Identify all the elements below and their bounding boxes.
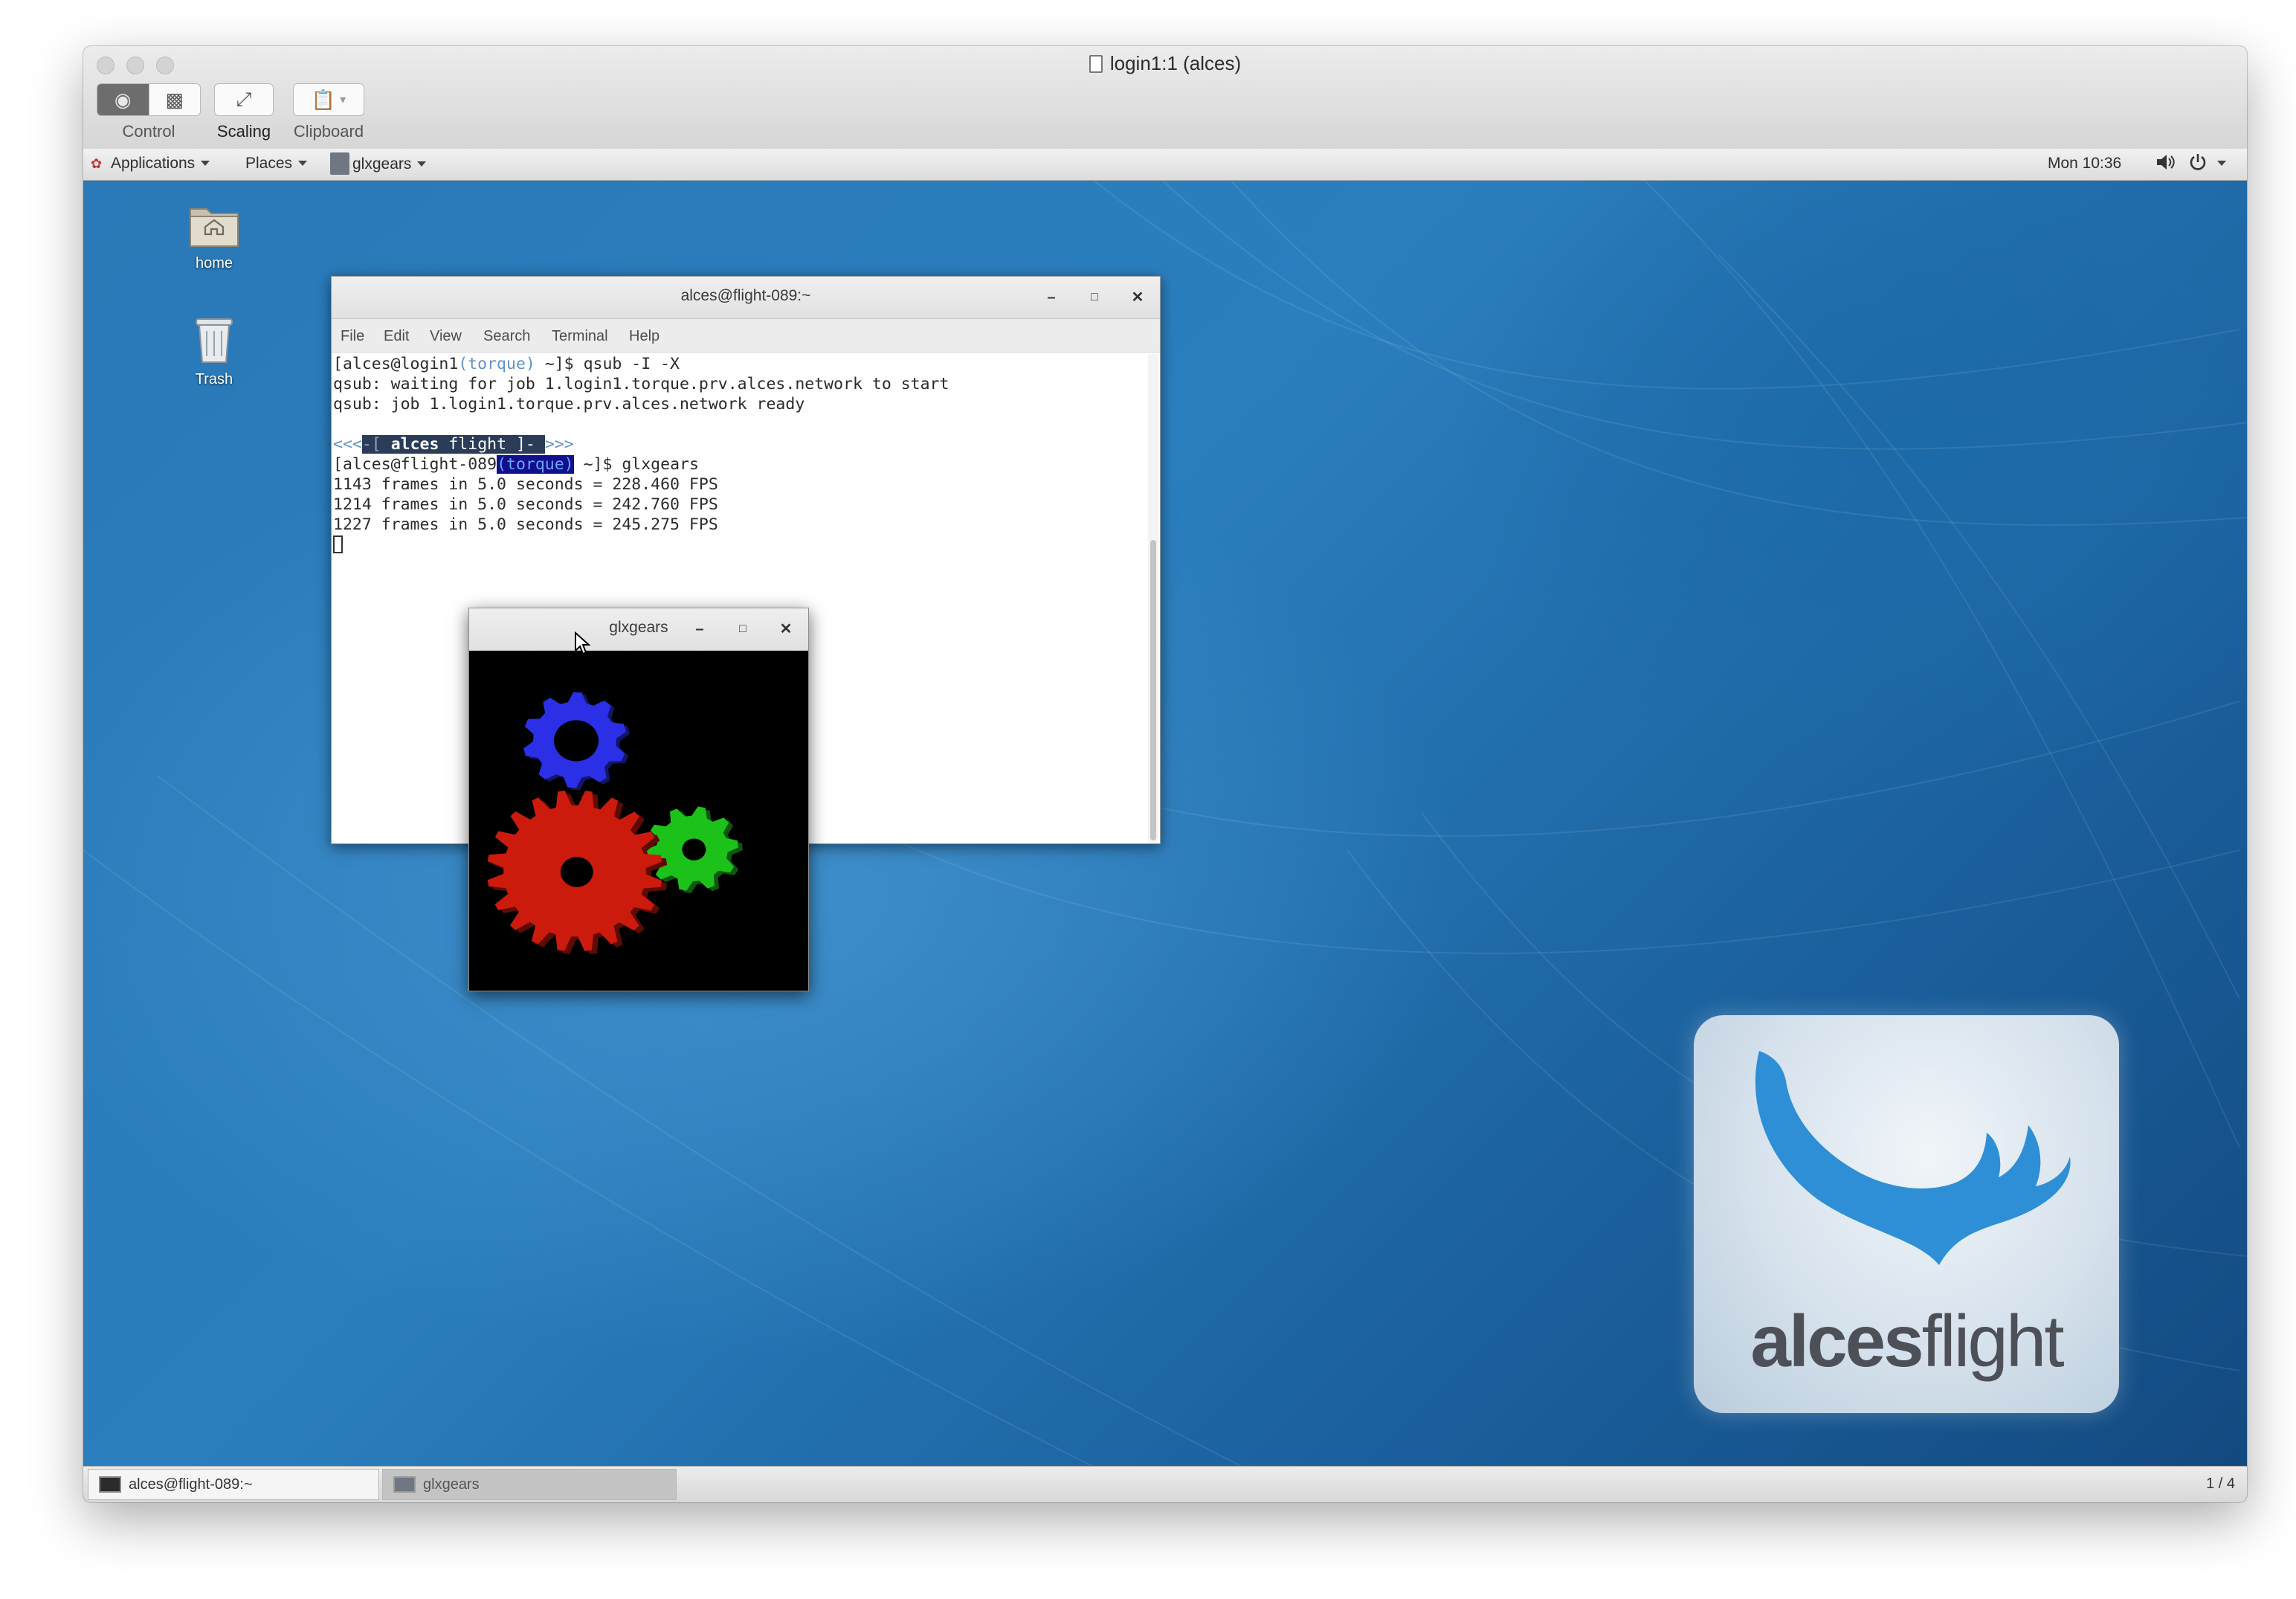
system-menu-chevron-icon[interactable] [2217, 155, 2226, 173]
applications-label: Applications [110, 155, 196, 172]
terminal-line: 1143 frames in 5.0 seconds = 228.460 FPS [333, 475, 718, 494]
chevron-down-icon [201, 161, 210, 166]
clipboard-tool[interactable]: 📋 ▾ Clipboard [293, 83, 364, 141]
active-app-label: glxgears [352, 155, 412, 173]
active-app-menu[interactable]: glxgears [330, 149, 427, 180]
mac-window: login1:1 (alces) ◉ ▩ Control ⤢ Scaling 📋… [83, 46, 2247, 1502]
window-title-text: login1:1 (alces) [1109, 52, 1242, 74]
workspace-switcher[interactable]: 1 / 4 [2206, 1476, 2235, 1493]
control-tool[interactable]: ◉ ▩ Control [97, 83, 201, 141]
glxgears-app-icon [330, 152, 349, 175]
terminal-line: [alces@flight-089(torque) ~]$ glxgears [333, 455, 699, 474]
gnome-top-panel: ✿ Applications Places glxgears Mon 10:36 [83, 149, 2247, 181]
gnome-foot-icon: ✿ [91, 156, 103, 171]
task-label: glxgears [423, 1476, 480, 1493]
gears-render [469, 651, 808, 991]
applications-menu[interactable]: ✿ Applications [91, 155, 210, 173]
logo-word-flight: flight [1921, 1300, 2065, 1382]
clipboard-label: Clipboard [293, 122, 364, 141]
gear-green-axle-hole [682, 838, 706, 860]
mouse-pointer-icon [575, 631, 590, 655]
power-icon[interactable] [2187, 152, 2208, 177]
terminal-icon [99, 1476, 121, 1493]
red-gear [487, 791, 668, 955]
clock[interactable]: Mon 10:36 [2048, 155, 2121, 173]
menu-terminal[interactable]: Terminal [552, 328, 608, 345]
menu-edit[interactable]: Edit [384, 328, 409, 345]
alces-flight-logo: alcesflight [1694, 1015, 2119, 1413]
close-icon[interactable]: ✕ [773, 616, 799, 643]
desktop: home Trash alces@flight-089:~ – □ ✕ File… [83, 181, 2247, 1466]
terminal-line: 1227 frames in 5.0 seconds = 245.275 FPS [333, 515, 718, 534]
terminal-line: [alces@login1(torque) ~]$ qsub -I -X [333, 355, 680, 373]
minimize-icon[interactable]: – [686, 616, 713, 643]
chevron-down-icon [298, 161, 308, 166]
scaling-tool[interactable]: ⤢ Scaling [214, 83, 274, 141]
terminal-line: 1214 frames in 5.0 seconds = 242.760 FPS [333, 495, 718, 514]
task-glxgears[interactable]: glxgears [382, 1469, 677, 1500]
blue-gear [523, 692, 630, 791]
glxgears-titlebar[interactable]: glxgears – □ ✕ [469, 608, 808, 651]
terminal-line: qsub: job 1.login1.torque.prv.alces.netw… [333, 395, 805, 414]
glxgears-title: glxgears [609, 619, 668, 636]
clipboard-icon[interactable]: 📋 ▾ [294, 84, 364, 115]
task-label: alces@flight-089:~ [129, 1476, 253, 1493]
scaling-icon[interactable]: ⤢ [215, 84, 273, 115]
mac-titlebar: login1:1 (alces) ◉ ▩ Control ⤢ Scaling 📋… [83, 46, 2247, 149]
close-icon[interactable]: ✕ [1124, 284, 1151, 311]
maximize-icon[interactable]: □ [729, 616, 756, 643]
chevron-down-icon [417, 161, 427, 167]
desktop-icon-trash[interactable]: Trash [162, 315, 266, 388]
menu-search[interactable]: Search [483, 328, 530, 345]
scaling-label: Scaling [216, 122, 271, 141]
terminal-scrollbar[interactable] [1148, 354, 1158, 843]
home-folder-icon [190, 208, 239, 247]
glxgears-window[interactable]: glxgears – □ ✕ [468, 608, 809, 991]
terminal-banner: <<<-[ alces flight ]- >>> [333, 435, 574, 454]
glxgears-icon [393, 1476, 416, 1493]
gear-blue-axle-hole [554, 720, 599, 762]
window-title: login1:1 (alces) [83, 52, 2247, 75]
desktop-icon-label: Trash [195, 371, 233, 387]
menu-help[interactable]: Help [629, 328, 660, 345]
maximize-icon[interactable]: □ [1081, 284, 1108, 311]
desktop-icon-label: home [195, 255, 233, 271]
observe-mode-icon[interactable]: ▩ [148, 84, 201, 115]
logo-word-alces: alces [1750, 1300, 1923, 1382]
terminal-line [333, 535, 1145, 555]
control-label: Control [122, 122, 175, 141]
trash-icon [196, 318, 233, 363]
gear-red-axle-hole [560, 857, 593, 887]
terminal-title: alces@flight-089:~ [680, 287, 811, 304]
terminal-menubar: File Edit View Search Terminal Help [332, 319, 1160, 353]
volume-icon[interactable] [2155, 152, 2176, 177]
document-icon [1089, 55, 1103, 73]
antler-icon [1755, 1051, 2071, 1265]
task-terminal[interactable]: alces@flight-089:~ [88, 1469, 379, 1500]
terminal-titlebar[interactable]: alces@flight-089:~ – □ ✕ [332, 277, 1160, 319]
desktop-icon-home[interactable]: home [162, 200, 266, 272]
minimize-icon[interactable]: – [1038, 284, 1065, 311]
text-cursor [333, 535, 343, 553]
menu-file[interactable]: File [341, 328, 364, 345]
control-mode-icon[interactable]: ◉ [97, 84, 149, 115]
logo-wordmark: alcesflight [1694, 1299, 2119, 1383]
menu-view[interactable]: View [430, 328, 462, 345]
scrollbar-thumb[interactable] [1150, 540, 1156, 840]
places-menu[interactable]: Places [245, 155, 308, 173]
terminal-line: qsub: waiting for job 1.login1.torque.pr… [333, 375, 949, 393]
places-label: Places [245, 155, 293, 172]
gnome-bottom-panel: alces@flight-089:~ glxgears 1 / 4 [83, 1466, 2247, 1502]
